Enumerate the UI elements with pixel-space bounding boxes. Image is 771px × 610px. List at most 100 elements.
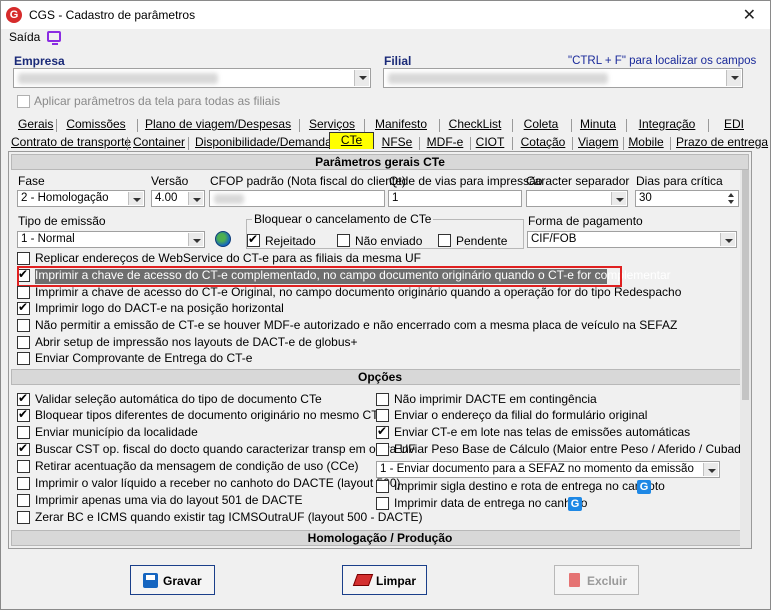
option-right-0[interactable] (376, 393, 389, 406)
nao-enviado-checkbox[interactable] (337, 234, 350, 247)
tab-edi[interactable]: EDI (716, 117, 752, 133)
option-left-2[interactable] (17, 426, 30, 439)
tab-mobile[interactable]: Mobile (628, 135, 664, 151)
option-left-4[interactable] (17, 460, 30, 473)
empresa-select[interactable] (13, 68, 371, 88)
separador-select[interactable] (526, 190, 628, 207)
tab-coleta[interactable]: Coleta (519, 117, 563, 133)
dias-input[interactable]: 30 (635, 190, 739, 207)
cfop-input[interactable] (209, 190, 385, 207)
option-right-2[interactable] (376, 424, 389, 439)
clear-button[interactable]: Limpar (342, 565, 427, 595)
tab-manifesto[interactable]: Manifesto (371, 117, 431, 133)
pagamento-select[interactable]: CIF/FOB (527, 231, 737, 248)
option-left-0[interactable] (17, 391, 30, 406)
option-left-3[interactable] (17, 441, 30, 456)
general-check-label-5: Abrir setup de impressão nos layouts de … (35, 335, 358, 349)
tab-separator (364, 119, 365, 132)
menu-saida[interactable]: Saída (9, 30, 40, 44)
clear-button-label: Limpar (376, 574, 417, 588)
tab-gerais[interactable]: Gerais (18, 117, 53, 133)
help-g-icon[interactable]: G (568, 497, 582, 511)
tab-plano-viagem[interactable]: Plano de viagem/Despesas (145, 117, 291, 133)
chevron-down-icon[interactable] (188, 192, 203, 205)
rejeitado-checkbox[interactable] (247, 232, 260, 247)
chevron-down-icon[interactable] (726, 70, 741, 86)
spinner-icon[interactable] (726, 192, 737, 205)
tab-separator (623, 137, 624, 150)
general-check-3[interactable] (17, 300, 30, 315)
tab-disponibilidade[interactable]: Disponibilidade/Demanda (195, 135, 332, 151)
envio-select[interactable]: 1 - Enviar documento para a SEFAZ no mom… (376, 461, 720, 478)
delete-button-label: Excluir (587, 574, 628, 588)
filial-select[interactable] (383, 68, 743, 88)
tab-viagem[interactable]: Viagem (578, 135, 618, 151)
tab-prazo-entrega[interactable]: Prazo de entrega (676, 135, 768, 151)
chevron-down-icon[interactable] (720, 233, 735, 246)
vias-input[interactable]: 1 (388, 190, 522, 207)
general-check-4[interactable] (17, 319, 30, 332)
tab-minuta[interactable]: Minuta (578, 117, 618, 133)
cfop-value-redacted (214, 194, 244, 204)
option-left-6[interactable] (17, 494, 30, 507)
option-right2-1[interactable] (376, 497, 389, 510)
nao-enviado-label: Não enviado (355, 234, 423, 248)
rejeitado-label: Rejeitado (265, 234, 316, 248)
separador-label: Caracter separador (526, 174, 630, 188)
section-header-opcoes: Opções (11, 369, 749, 385)
empresa-value-redacted (18, 73, 218, 84)
tab-separator (571, 119, 572, 132)
tab-nfse[interactable]: NFSe (381, 135, 413, 151)
emissao-select[interactable]: 1 - Normal (17, 231, 205, 248)
versao-select[interactable]: 4.00 (151, 190, 205, 207)
emissao-value: 1 - Normal (21, 233, 75, 245)
pagamento-label: Forma de pagamento (528, 214, 643, 228)
fase-select[interactable]: 2 - Homologação (17, 190, 145, 207)
vertical-scrollbar[interactable] (740, 170, 751, 548)
chevron-down-icon[interactable] (128, 192, 143, 205)
tab-separator (512, 119, 513, 132)
chevron-down-icon[interactable] (188, 233, 203, 246)
delete-button[interactable]: Excluir (554, 565, 639, 595)
option-right-3[interactable] (376, 443, 389, 456)
option-left-1[interactable] (17, 407, 30, 422)
apply-all-checkbox[interactable] (17, 95, 30, 108)
main-window: G CGS - Cadastro de parâmetros ✕ Saída E… (0, 0, 771, 610)
option-right2-0[interactable] (376, 480, 389, 493)
pendente-checkbox[interactable] (438, 234, 451, 247)
general-check-0[interactable] (17, 252, 30, 265)
option-right-label-1: Enviar o endereço da filial do formulári… (394, 408, 648, 422)
chevron-down-icon[interactable] (703, 463, 718, 476)
option-left-7[interactable] (17, 511, 30, 524)
close-icon[interactable]: ✕ (743, 5, 756, 25)
tab-ciot[interactable]: CIOT (475, 135, 505, 151)
option-right-1[interactable] (376, 409, 389, 422)
chevron-down-icon[interactable] (354, 70, 369, 86)
general-check-5[interactable] (17, 336, 30, 349)
tab-cotacao[interactable]: Cotação (519, 135, 567, 151)
chevron-down-icon[interactable] (611, 192, 626, 205)
option-right-label-2: Enviar CT-e em lote nas telas de emissõe… (394, 425, 691, 439)
general-check-2[interactable] (17, 286, 30, 299)
section-header-homologacao: Homologação / Produção (11, 530, 749, 546)
tab-cte[interactable]: CTe (329, 132, 374, 149)
title-bar: G CGS - Cadastro de parâmetros ✕ (1, 1, 770, 29)
tab-servicos[interactable]: Serviços (307, 117, 357, 133)
help-g-icon[interactable]: G (637, 480, 651, 494)
tab-comissoes[interactable]: Comissões (63, 117, 129, 133)
empresa-label: Empresa (14, 54, 65, 68)
dias-value: 30 (639, 192, 652, 204)
tab-checklist[interactable]: CheckList (446, 117, 504, 133)
option-left-5[interactable] (17, 477, 30, 490)
option-left-label-3: Buscar CST op. fiscal do docto quando ca… (35, 442, 416, 456)
option-right-label-0: Não imprimir DACTE em contingência (394, 392, 597, 406)
tab-integracao[interactable]: Integração (633, 117, 701, 133)
monitor-icon[interactable] (47, 31, 61, 45)
globe-icon[interactable] (215, 231, 231, 247)
tab-container[interactable]: Container (133, 135, 185, 151)
tab-contrato-transporte[interactable]: Contrato de transporte (11, 135, 131, 151)
scrollbar-thumb[interactable] (742, 170, 749, 400)
save-button[interactable]: Gravar (130, 565, 215, 595)
general-check-6[interactable] (17, 352, 30, 365)
tab-mdfe[interactable]: MDF-e (425, 135, 465, 151)
